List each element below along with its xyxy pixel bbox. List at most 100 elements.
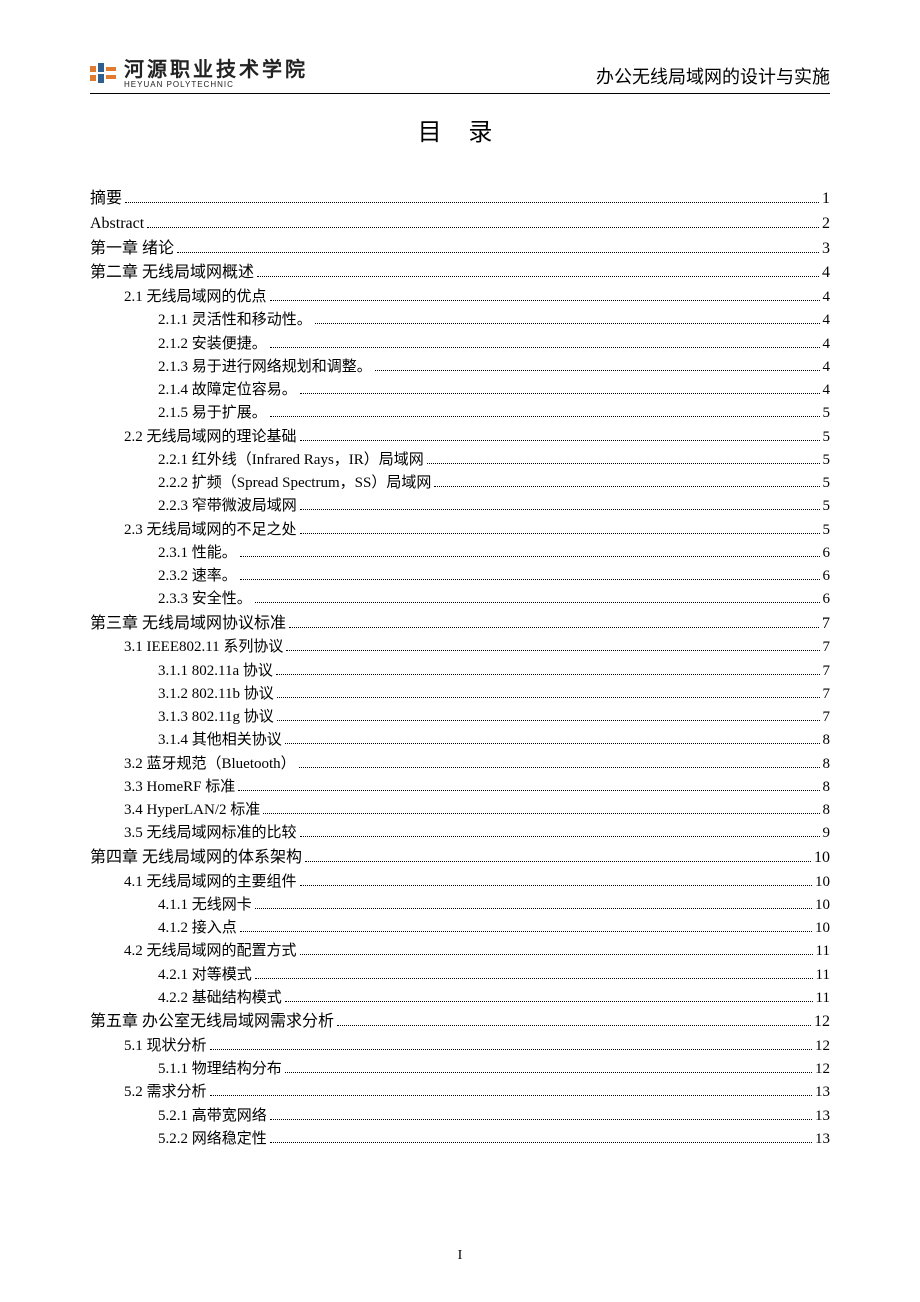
toc-page: 4 xyxy=(823,333,831,356)
toc-label: 3.4 HyperLAN/2 标准 xyxy=(124,799,260,822)
toc-entry[interactable]: 2.1.4 故障定位容易。4 xyxy=(90,379,830,402)
toc-leader xyxy=(240,919,812,933)
toc-page: 2 xyxy=(822,212,830,237)
toc-label: 2.3 无线局域网的不足之处 xyxy=(124,519,297,542)
toc-page: 4 xyxy=(823,286,831,309)
toc-page: 6 xyxy=(823,588,831,611)
toc-entry[interactable]: 3.5 无线局域网标准的比较9 xyxy=(90,822,830,845)
toc-entry[interactable]: 4.1.2 接入点10 xyxy=(90,917,830,940)
toc-entry[interactable]: 3.1.4 其他相关协议8 xyxy=(90,729,830,752)
toc-label: 第一章 绪论 xyxy=(90,237,174,262)
toc-label: 第二章 无线局域网概述 xyxy=(90,261,254,286)
page-title: 目 录 xyxy=(90,112,830,147)
toc-label: 4.1 无线局域网的主要组件 xyxy=(124,871,297,894)
toc-entry[interactable]: 2.2 无线局域网的理论基础5 xyxy=(90,426,830,449)
toc-entry[interactable]: 4.1.1 无线网卡10 xyxy=(90,894,830,917)
toc-entry[interactable]: 5.2 需求分析13 xyxy=(90,1081,830,1104)
logo-cn: 河源职业技术学院 xyxy=(124,60,308,80)
toc-entry[interactable]: 2.1.1 灵活性和移动性。 4 xyxy=(90,309,830,332)
toc-entry[interactable]: 3.1.3 802.11g 协议7 xyxy=(90,706,830,729)
toc-label: 5.2 需求分析 xyxy=(124,1081,207,1104)
toc-page: 5 xyxy=(823,402,831,425)
toc-entry[interactable]: 第五章 办公室无线局域网需求分析12 xyxy=(90,1010,830,1035)
toc-entry[interactable]: 2.1 无线局域网的优点 4 xyxy=(90,286,830,309)
toc-page: 5 xyxy=(823,449,831,472)
toc-label: 4.2.1 对等模式 xyxy=(158,964,252,987)
toc-page: 5 xyxy=(823,495,831,518)
toc-entry[interactable]: 4.2.1 对等模式11 xyxy=(90,964,830,987)
doc-title: 办公无线局域网的设计与实施 xyxy=(596,63,830,89)
toc-leader xyxy=(240,543,820,557)
toc-entry[interactable]: 2.1.2 安装便捷。4 xyxy=(90,333,830,356)
toc-label: 3.1.1 802.11a 协议 xyxy=(158,660,273,683)
toc-leader xyxy=(177,238,819,252)
toc-page: 11 xyxy=(816,987,830,1010)
toc-leader xyxy=(238,777,819,791)
toc-page: 7 xyxy=(823,636,831,659)
page-header: 河源职业技术学院 HEYUAN POLYTECHNIC 办公无线局域网的设计与实… xyxy=(90,60,830,94)
toc-entry[interactable]: 2.2.3 窄带微波局域网5 xyxy=(90,495,830,518)
toc-entry[interactable]: 第二章 无线局域网概述4 xyxy=(90,261,830,286)
toc-entry[interactable]: 3.1.2 802.11b 协议7 xyxy=(90,683,830,706)
toc-entry[interactable]: 4.2 无线局域网的配置方式11 xyxy=(90,940,830,963)
toc-entry[interactable]: 5.1 现状分析12 xyxy=(90,1035,830,1058)
toc-entry[interactable]: 2.2.1 红外线（Infrared Rays，IR）局域网5 xyxy=(90,449,830,472)
toc-leader xyxy=(276,661,820,675)
toc-entry[interactable]: 5.2.1 高带宽网络13 xyxy=(90,1105,830,1128)
toc-entry[interactable]: 2.1.3 易于进行网络规划和调整。4 xyxy=(90,356,830,379)
toc-entry[interactable]: 3.1 IEEE802.11 系列协议7 xyxy=(90,636,830,659)
toc-entry[interactable]: 3.3 HomeRF 标准8 xyxy=(90,776,830,799)
toc-entry[interactable]: 3.4 HyperLAN/2 标准 8 xyxy=(90,799,830,822)
toc-entry[interactable]: 2.1.5 易于扩展。5 xyxy=(90,402,830,425)
toc-entry[interactable]: 3.1.1 802.11a 协议7 xyxy=(90,660,830,683)
toc-entry[interactable]: 5.2.2 网络稳定性13 xyxy=(90,1128,830,1151)
toc-page: 4 xyxy=(823,379,831,402)
toc-label: 2.1 无线局域网的优点 xyxy=(124,286,267,309)
toc-label: 4.1.1 无线网卡 xyxy=(158,894,252,917)
toc-leader xyxy=(300,942,813,956)
toc-label: 3.5 无线局域网标准的比较 xyxy=(124,822,297,845)
toc-leader xyxy=(300,381,820,395)
toc-leader xyxy=(289,613,819,627)
toc-label: 5.1.1 物理结构分布 xyxy=(158,1058,282,1081)
toc-leader xyxy=(286,638,819,652)
toc-page: 8 xyxy=(823,799,831,822)
toc-entry[interactable]: 第四章 无线局域网的体系架构10 xyxy=(90,846,830,871)
toc-label: 2.2.2 扩频（Spread Spectrum，SS）局域网 xyxy=(158,472,431,495)
toc-label: 2.1.1 灵活性和移动性。 xyxy=(158,309,312,332)
toc-leader xyxy=(434,474,819,488)
toc-page: 4 xyxy=(823,356,831,379)
logo-icon xyxy=(90,63,118,87)
toc-entry[interactable]: 2.3.1 性能。6 xyxy=(90,542,830,565)
toc-entry[interactable]: 第一章 绪论 3 xyxy=(90,237,830,262)
toc-page: 11 xyxy=(816,940,830,963)
toc-leader xyxy=(305,847,811,861)
toc-leader xyxy=(300,427,820,441)
toc-entry[interactable]: 2.3.3 安全性。6 xyxy=(90,588,830,611)
toc-label: 第五章 办公室无线局域网需求分析 xyxy=(90,1010,334,1035)
toc-leader xyxy=(263,801,819,815)
toc-page: 3 xyxy=(822,237,830,262)
toc-label: 3.1.3 802.11g 协议 xyxy=(158,706,274,729)
toc-entry[interactable]: 2.3.2 速率。6 xyxy=(90,565,830,588)
toc-page: 1 xyxy=(822,187,830,212)
toc-leader xyxy=(300,872,812,886)
toc-entry[interactable]: 摘要1 xyxy=(90,187,830,212)
toc-leader xyxy=(300,824,820,838)
toc-page: 4 xyxy=(823,309,831,332)
toc-entry[interactable]: 3.2 蓝牙规范（Bluetooth）8 xyxy=(90,753,830,776)
toc-entry[interactable]: Abstract2 xyxy=(90,212,830,237)
toc-entry[interactable]: 2.2.2 扩频（Spread Spectrum，SS）局域网5 xyxy=(90,472,830,495)
toc-page: 7 xyxy=(822,612,830,637)
toc-page: 8 xyxy=(823,729,831,752)
page-number: I xyxy=(0,1248,920,1264)
toc-entry[interactable]: 4.1 无线局域网的主要组件10 xyxy=(90,871,830,894)
toc-entry[interactable]: 5.1.1 物理结构分布12 xyxy=(90,1058,830,1081)
toc-label: 第四章 无线局域网的体系架构 xyxy=(90,846,302,871)
toc-entry[interactable]: 第三章 无线局域网协议标准7 xyxy=(90,612,830,637)
logo-text: 河源职业技术学院 HEYUAN POLYTECHNIC xyxy=(124,60,308,89)
toc-entry[interactable]: 2.3 无线局域网的不足之处5 xyxy=(90,519,830,542)
toc-leader xyxy=(257,263,819,277)
toc-page: 13 xyxy=(815,1105,830,1128)
toc-entry[interactable]: 4.2.2 基础结构模式11 xyxy=(90,987,830,1010)
